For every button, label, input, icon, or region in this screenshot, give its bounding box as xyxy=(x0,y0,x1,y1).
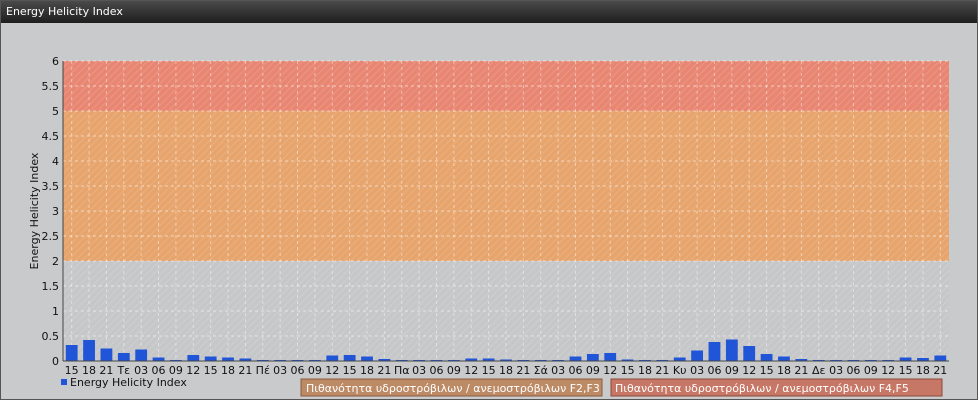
bar[interactable] xyxy=(725,339,738,362)
x-tick-label: 15 xyxy=(760,364,774,377)
bar[interactable] xyxy=(586,354,599,361)
y-tick-label: 6 xyxy=(52,55,59,68)
x-tick-label: 12 xyxy=(603,364,617,377)
x-tick-label: 21 xyxy=(238,364,252,377)
y-axis: 0 0.5 1 1.5 2 2.5 3 3.5 4 4.5 5 5.5 6 xyxy=(42,55,64,368)
bar[interactable] xyxy=(569,356,582,362)
bar[interactable] xyxy=(691,350,704,362)
y-tick-label: 3 xyxy=(52,205,59,218)
window-title: Energy Helicity Index xyxy=(1,1,977,23)
x-tick-label: 09 xyxy=(864,364,878,377)
x-tick-label: Πέ xyxy=(256,364,270,377)
band-legend-f2f3-label: Πιθανότητα υδροστρόβιλων / ανεμοστρόβιλω… xyxy=(306,382,600,395)
bar[interactable] xyxy=(152,357,165,362)
x-tick-label: 03 xyxy=(551,364,565,377)
x-tick-label: Κυ xyxy=(673,364,687,377)
x-tick-label: Σά xyxy=(534,364,548,377)
x-tick-label: 12 xyxy=(464,364,478,377)
y-tick-label: 5.5 xyxy=(42,80,60,93)
bar[interactable] xyxy=(343,355,356,361)
x-tick-label: 03 xyxy=(412,364,426,377)
x-tick-label: 18 xyxy=(360,364,374,377)
x-tick-label: 21 xyxy=(794,364,808,377)
x-tick-label: Πα xyxy=(394,364,410,377)
x-axis: 15 18 21 Τε 03 06 09 12 15 18 21 Πέ 03 06 09 12 15 18 21 Πα… xyxy=(63,360,949,377)
bar[interactable] xyxy=(65,345,78,361)
x-tick-label: 09 xyxy=(725,364,739,377)
x-tick-label: 12 xyxy=(186,364,200,377)
band-legend-f4f5-label: Πιθανότητα υδροστρόβιλων / ανεμοστρόβιλω… xyxy=(615,382,909,395)
bar[interactable] xyxy=(708,342,721,361)
x-tick-label: 09 xyxy=(586,364,600,377)
x-tick-label: 06 xyxy=(568,364,582,377)
y-tick-label: 4.5 xyxy=(42,130,60,143)
bar[interactable] xyxy=(760,354,773,361)
y-axis-title: Energy Helicity Index xyxy=(28,152,41,269)
x-tick-label: 15 xyxy=(899,364,913,377)
x-tick-label: 15 xyxy=(482,364,496,377)
y-tick-label: 2.5 xyxy=(42,230,60,243)
x-tick-label: 15 xyxy=(621,364,635,377)
legend[interactable]: Energy Helicity Index xyxy=(61,376,187,389)
x-tick-label: 06 xyxy=(707,364,721,377)
bar[interactable] xyxy=(673,357,686,362)
band-legend-f2f3: Πιθανότητα υδροστρόβιλων / ανεμοστρόβιλω… xyxy=(300,378,603,397)
x-tick-label: 18 xyxy=(638,364,652,377)
x-tick-label: Δε xyxy=(812,364,826,377)
bar[interactable] xyxy=(117,353,130,361)
x-tick-label: 18 xyxy=(221,364,235,377)
band-legend-f4f5: Πιθανότητα υδροστρόβιλων / ανεμοστρόβιλω… xyxy=(610,378,943,397)
chart-svg: 00.511.522.533.544.555.56 15 18 21 Τε 03 06 09… xyxy=(28,55,949,397)
bar[interactable] xyxy=(100,348,113,362)
bar[interactable] xyxy=(83,340,95,361)
y-tick-label: 0.5 xyxy=(42,330,60,343)
x-tick-label: 21 xyxy=(377,364,391,377)
bar[interactable] xyxy=(204,356,217,362)
x-tick-label: 12 xyxy=(742,364,756,377)
legend-swatch xyxy=(61,379,67,385)
x-tick-label: 03 xyxy=(829,364,843,377)
y-tick-label: 1 xyxy=(52,305,59,318)
y-tick-label: 4 xyxy=(52,155,59,168)
bar[interactable] xyxy=(743,346,756,361)
x-tick-label: 18 xyxy=(777,364,791,377)
bar[interactable] xyxy=(361,356,373,362)
bar[interactable] xyxy=(778,356,790,362)
bar[interactable] xyxy=(326,355,339,362)
x-tick-label: 06 xyxy=(291,364,305,377)
bar[interactable] xyxy=(135,349,148,362)
x-tick-label: 21 xyxy=(516,364,530,377)
bar[interactable] xyxy=(604,353,617,361)
x-tick-label: 12 xyxy=(881,364,895,377)
x-tick-label: 03 xyxy=(690,364,704,377)
bar[interactable] xyxy=(187,355,200,361)
x-tick-label: 12 xyxy=(325,364,339,377)
bar[interactable] xyxy=(934,355,947,362)
y-tick-label: 5 xyxy=(52,105,59,118)
y-tick-label: 3.5 xyxy=(42,180,60,193)
x-tick-label: 15 xyxy=(204,364,218,377)
y-tick-label: 0 xyxy=(52,355,59,368)
x-tick-label: 21 xyxy=(933,364,947,377)
legend-label: Energy Helicity Index xyxy=(70,376,187,389)
x-tick-label: 09 xyxy=(308,364,322,377)
chart-window: Energy Helicity Index 0 0.5 1 1.5 2 2.5 3 3.5 4 4… xyxy=(0,0,978,400)
x-tick-label: 09 xyxy=(447,364,461,377)
bar[interactable] xyxy=(222,357,234,362)
plot-area xyxy=(63,60,949,362)
x-tick-label: 21 xyxy=(655,364,669,377)
x-tick-label: 15 xyxy=(343,364,357,377)
y-tick-label: 1.5 xyxy=(42,280,60,293)
y-tick-label: 2 xyxy=(52,255,59,268)
x-tick-label: 06 xyxy=(430,364,444,377)
x-tick-label: 06 xyxy=(846,364,860,377)
x-tick-label: 18 xyxy=(499,364,513,377)
bar[interactable] xyxy=(899,357,912,362)
x-tick-label: 03 xyxy=(273,364,287,377)
x-tick-label: 18 xyxy=(916,364,930,377)
